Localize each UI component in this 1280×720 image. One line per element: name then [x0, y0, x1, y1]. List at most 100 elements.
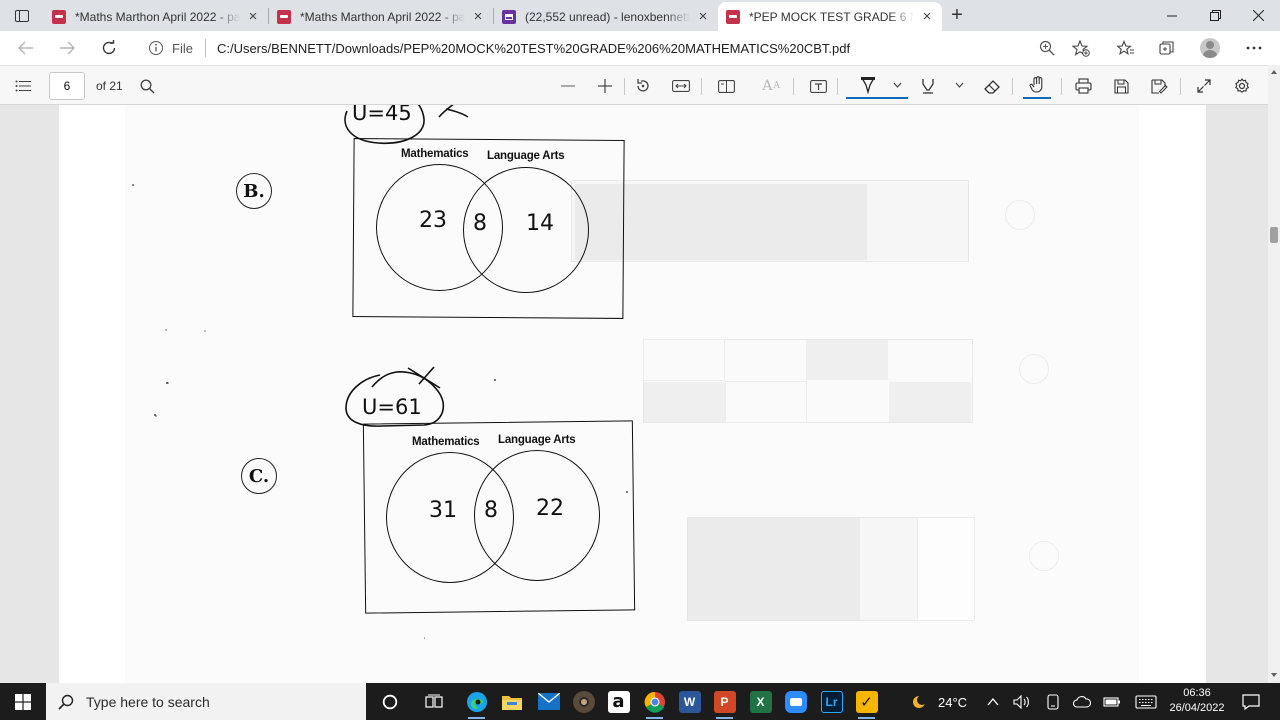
chevron-down-icon[interactable] [893, 82, 902, 88]
draw-pen-icon [860, 77, 876, 94]
page-number-input[interactable]: 6 [49, 72, 85, 100]
zoom-icon[interactable] [1033, 35, 1061, 61]
scroll-down-arrow-icon[interactable] [1271, 673, 1277, 677]
vertical-scrollbar[interactable] [1268, 65, 1280, 683]
address-field[interactable]: File C:/Users/BENNETT/Downloads/PEP%20MO… [137, 34, 1097, 62]
forward-arrow-icon[interactable] [53, 35, 81, 61]
url-text[interactable]: C:/Users/BENNETT/Downloads/PEP%20MOCK%20… [217, 41, 850, 56]
tab-close-icon[interactable]: × [920, 9, 934, 24]
powerpoint-icon[interactable]: P [711, 688, 738, 719]
tab-strip: *Maths Marthon April 2022 - pa × *Maths … [0, 0, 1280, 31]
faint-letter [1005, 200, 1035, 230]
text-size-glyph: A [762, 78, 773, 94]
scroll-up-arrow-icon[interactable] [1271, 70, 1277, 74]
save-as-icon[interactable] [1145, 73, 1173, 99]
zoom-meetings-icon[interactable] [782, 688, 809, 715]
fit-to-page-icon[interactable] [667, 73, 695, 99]
notifications-icon[interactable] [1237, 688, 1264, 715]
close-window-button[interactable] [1235, 0, 1280, 31]
keyboard-icon[interactable] [1132, 688, 1159, 715]
text-box-icon[interactable] [804, 73, 832, 99]
onedrive-cloud-icon[interactable] [1068, 688, 1095, 715]
minimize-button[interactable] [1149, 0, 1195, 31]
browser-tab-4-active[interactable]: *PEP MOCK TEST GRADE 6 MAT × [718, 2, 942, 31]
taskbar-search-box[interactable]: Type here to search [46, 683, 366, 720]
full-screen-icon[interactable] [1190, 73, 1218, 99]
settings-more-icon[interactable] [1240, 35, 1268, 61]
page-view-icon[interactable] [712, 73, 740, 99]
option-c-set-b-label: Language Arts [498, 434, 576, 446]
tab-title: (22,552 unread) - lenoxbennett@ [525, 9, 690, 24]
cortana-icon[interactable] [376, 688, 403, 715]
highlight-tool-icon[interactable] [914, 73, 942, 99]
scheme-label: File [172, 40, 193, 56]
show-hidden-icons-chevron-up-icon[interactable] [979, 688, 1006, 715]
task-view-icon[interactable] [420, 688, 447, 715]
pdf-viewer[interactable]: B. U=45 Mathematics Language Arts 23 8 1… [0, 105, 1268, 683]
faint-cell [643, 339, 725, 381]
scan-speck [155, 415, 157, 417]
favorites-icon[interactable] [1112, 35, 1140, 61]
excel-icon[interactable]: X [747, 688, 774, 715]
add-favorite-icon[interactable] [1067, 35, 1095, 61]
table-of-contents-icon[interactable] [9, 73, 37, 99]
browser-tab-1[interactable]: *Maths Marthon April 2022 - pa × [44, 2, 268, 31]
print-icon[interactable] [1069, 73, 1097, 99]
clock-date: 26/04/2022 [1169, 702, 1225, 714]
volume-icon[interactable] [1008, 688, 1035, 715]
tab-actions-menu-icon[interactable] [8, 4, 36, 28]
pdf-settings-gear-icon[interactable] [1228, 73, 1256, 99]
avatar [1200, 38, 1220, 58]
edge-icon[interactable] [463, 688, 490, 719]
draw-tool-button[interactable] [846, 73, 908, 99]
profile-avatar[interactable] [1196, 35, 1224, 61]
browser-tab-2[interactable]: *Maths Marthon April 2022 - pa × [269, 2, 493, 31]
eraser-icon[interactable] [978, 73, 1006, 99]
collections-icon[interactable] [1153, 35, 1181, 61]
mail-icon [502, 9, 516, 24]
option-c-only-language-arts: 22 [536, 496, 564, 521]
toolbar-divider [1180, 78, 1181, 95]
battery-icon[interactable] [1098, 688, 1125, 715]
save-icon[interactable] [1107, 73, 1135, 99]
phone-link-icon[interactable] [1039, 688, 1066, 715]
option-c-set-a-label: Mathematics [412, 436, 480, 448]
browser-tab-3[interactable]: (22,552 unread) - lenoxbennett@ × [494, 2, 718, 31]
lightroom-icon[interactable]: Lr [818, 688, 845, 715]
new-tab-button[interactable]: + [945, 4, 969, 28]
refresh-icon[interactable] [95, 35, 123, 61]
whiteboard-icon[interactable]: ✓ [853, 688, 880, 719]
file-explorer-icon[interactable] [498, 688, 525, 715]
touch-pan-icon[interactable] [1023, 73, 1051, 99]
weather-icon[interactable] [906, 688, 933, 715]
text-size-icon[interactable]: AA [757, 73, 785, 99]
toolbar-divider [1061, 78, 1062, 95]
toolbar-divider [793, 78, 794, 95]
amazon-icon[interactable]: a [605, 688, 632, 715]
search-icon[interactable] [133, 73, 161, 99]
toolbar-divider [837, 78, 838, 95]
search-icon [58, 694, 74, 710]
chevron-down-icon[interactable] [954, 80, 964, 90]
info-icon[interactable] [148, 40, 164, 56]
zoom-in-icon[interactable] [591, 73, 619, 99]
option-b-set-b-label: Language Arts [487, 150, 565, 162]
tab-close-icon[interactable]: × [471, 9, 485, 24]
rotate-icon[interactable] [629, 73, 657, 99]
system-clock[interactable]: 06:36 26/04/2022 [1164, 686, 1230, 716]
scan-speck [167, 382, 169, 384]
faint-shading [688, 518, 860, 620]
restore-button[interactable] [1192, 0, 1238, 31]
weather-temperature[interactable]: 24°C [938, 695, 967, 710]
chrome-icon[interactable] [641, 688, 668, 719]
option-b-both: 8 [473, 211, 487, 236]
back-arrow-icon[interactable] [12, 35, 40, 61]
word-icon[interactable]: W [676, 688, 703, 715]
scrollbar-thumb[interactable] [1270, 227, 1278, 243]
camera-app-icon[interactable] [570, 688, 597, 715]
zoom-out-icon[interactable] [554, 73, 582, 99]
mail-icon[interactable] [535, 688, 562, 715]
tab-close-icon[interactable]: × [246, 9, 260, 24]
windows-start-icon[interactable] [0, 683, 46, 720]
tab-close-icon[interactable]: × [696, 9, 710, 24]
